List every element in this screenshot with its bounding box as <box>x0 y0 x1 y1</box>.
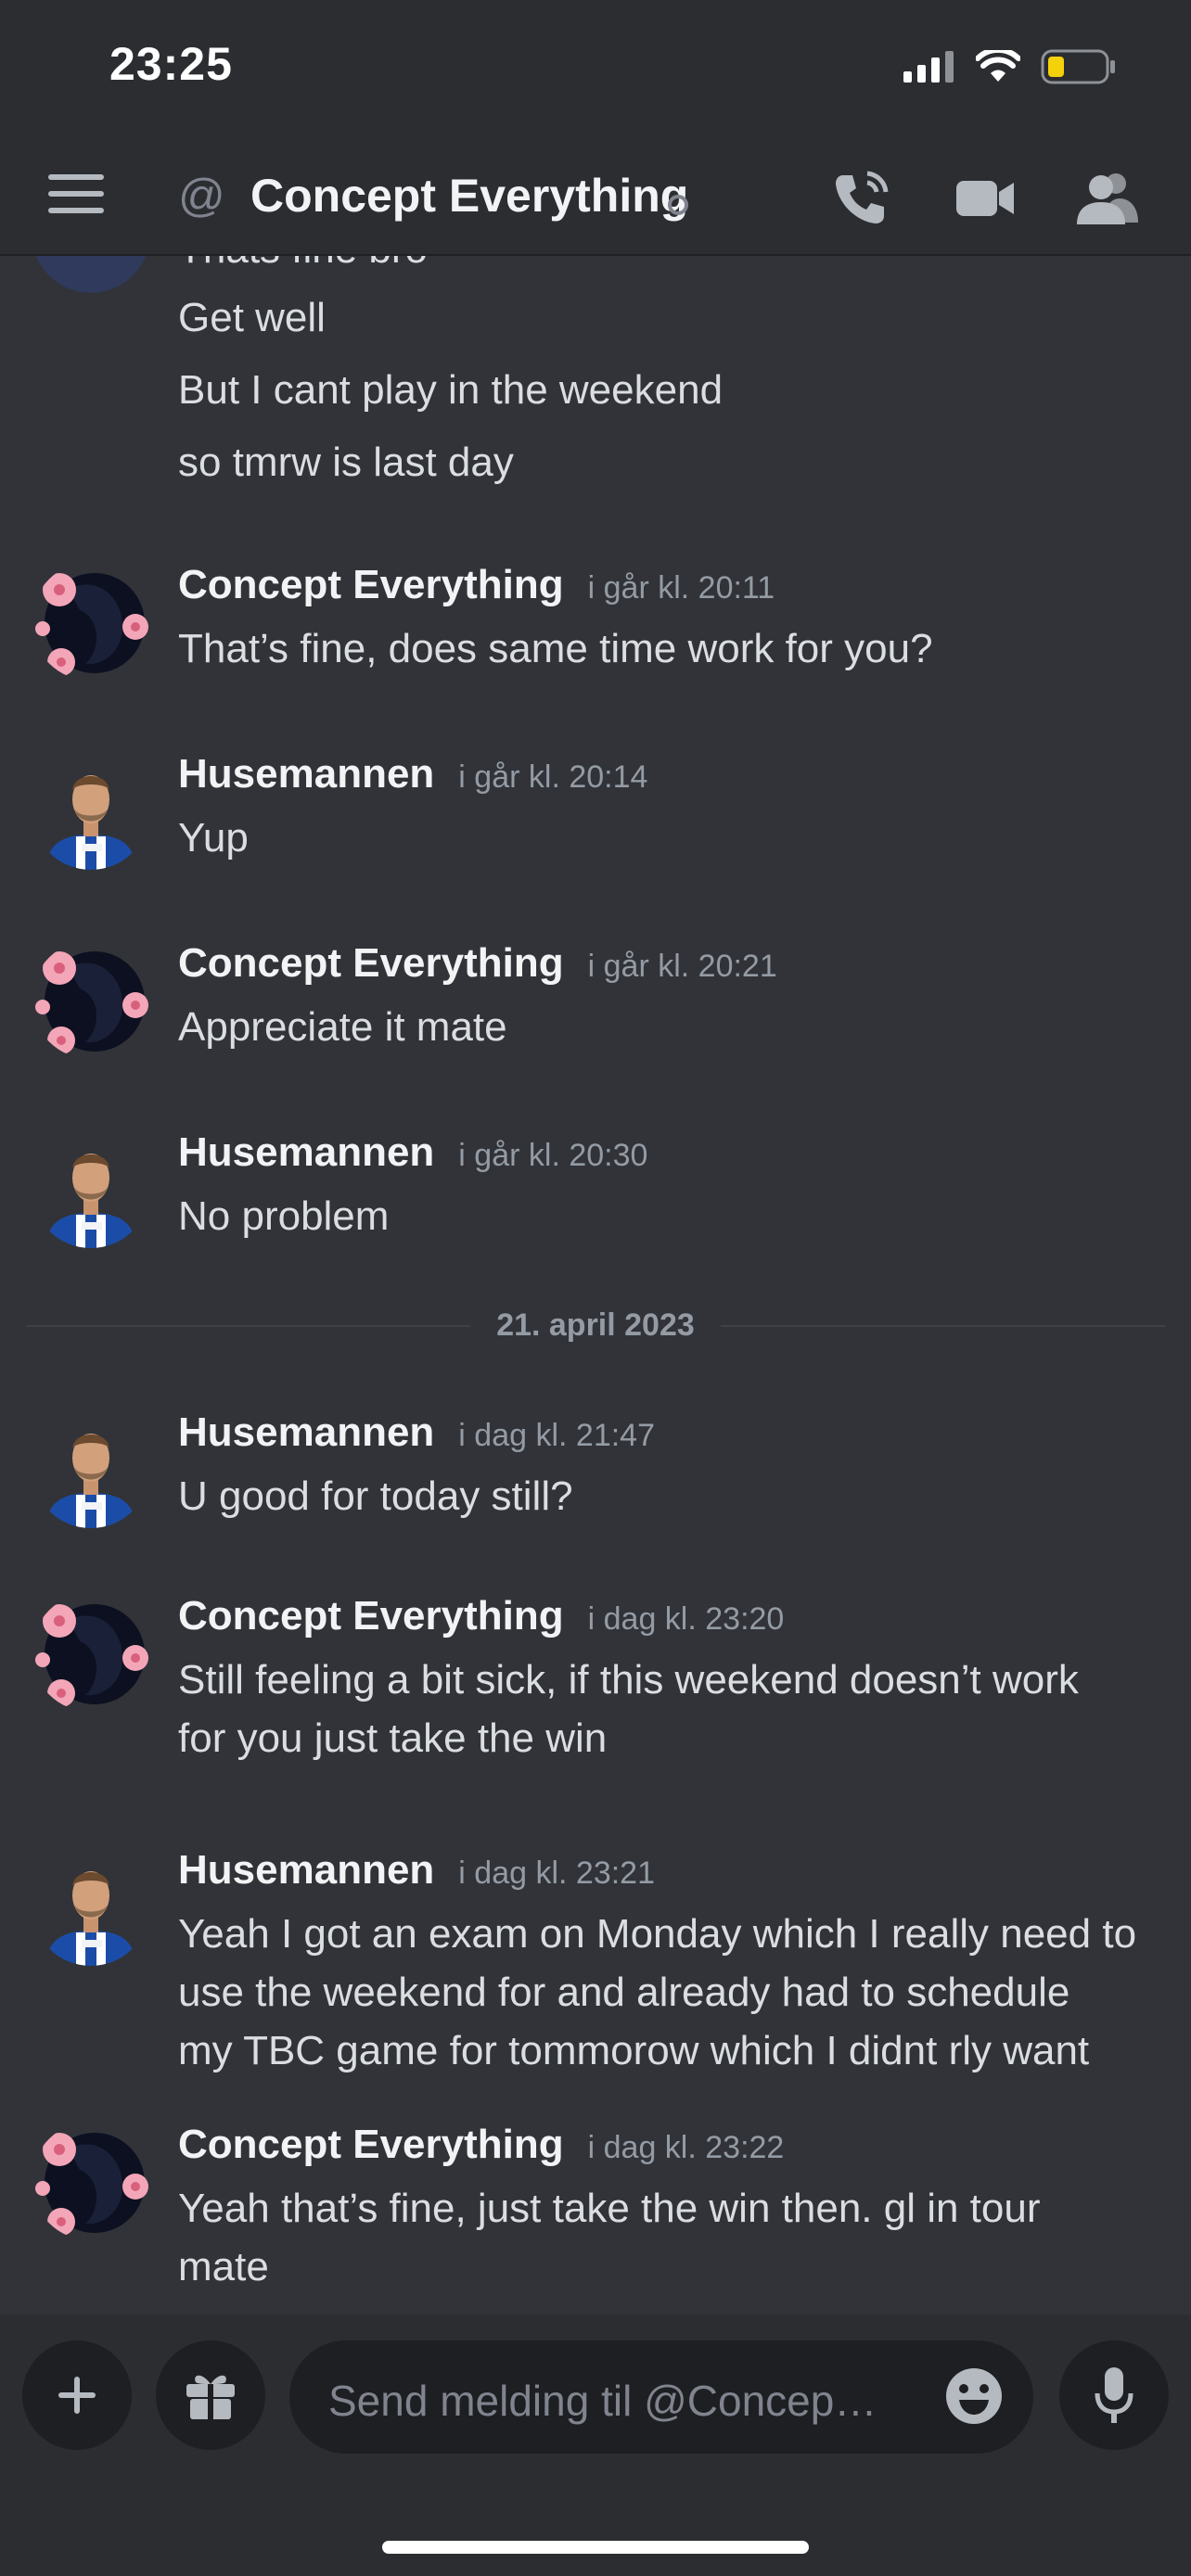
avatar-concept-everything[interactable] <box>32 562 150 681</box>
message-text: U good for today still? <box>178 1467 1161 1525</box>
author-name[interactable]: Husemannen <box>178 1129 434 1176</box>
author-name[interactable]: Husemannen <box>178 1409 434 1456</box>
mic-icon[interactable] <box>1059 2340 1169 2450</box>
message-header: Husemannen i dag kl. 23:21 <box>178 1847 655 1894</box>
message-line: Yup <box>178 815 249 861</box>
message-header: Concept Everything i går kl. 20:21 <box>178 940 777 987</box>
offline-status-icon <box>668 195 688 215</box>
wifi-icon <box>976 50 1020 82</box>
message-line: Yeah that’s fine, just take the win then… <box>178 2186 1041 2231</box>
author-name[interactable]: Husemannen <box>178 751 434 797</box>
channel-title[interactable]: Concept Everything <box>250 169 688 223</box>
message-line: use the weekend for and already had to s… <box>178 1970 1070 2015</box>
avatar-husemannen[interactable] <box>32 751 150 870</box>
message-line: Yeah I got an exam on Monday which I rea… <box>178 1911 1137 1957</box>
message-line: U good for today still? <box>178 1473 573 1519</box>
home-indicator[interactable] <box>382 2541 809 2554</box>
members-icon[interactable] <box>1070 161 1145 236</box>
message-header: Concept Everything i dag kl. 23:22 <box>178 2122 784 2168</box>
emoji-icon[interactable] <box>942 2365 1005 2428</box>
timestamp: i går kl. 20:30 <box>458 1138 648 1173</box>
message-text: No problem <box>178 1187 1161 1245</box>
message-header: Husemannen i dag kl. 21:47 <box>178 1409 655 1456</box>
signal-icon <box>903 51 954 83</box>
timestamp: i går kl. 20:21 <box>587 949 777 984</box>
message-line: for you just take the win <box>178 1715 608 1761</box>
timestamp: i går kl. 20:11 <box>587 570 775 606</box>
author-name[interactable]: Concept Everything <box>178 2122 564 2168</box>
timestamp: i dag kl. 21:47 <box>458 1418 655 1453</box>
message-header: Concept Everything i dag kl. 23:20 <box>178 1593 784 1639</box>
avatar-concept-everything[interactable] <box>32 256 150 293</box>
menu-icon[interactable] <box>48 174 104 226</box>
author-name[interactable]: Concept Everything <box>178 940 564 987</box>
avatar-husemannen[interactable] <box>32 1129 150 1248</box>
author-name[interactable]: Husemannen <box>178 1847 434 1894</box>
composer-bar: Send melding til @Concept Ev... <box>0 2315 1191 2576</box>
message-text: so tmrw is last day <box>178 440 514 485</box>
message-list[interactable]: Thats fine bro Get well But I cant play … <box>0 256 1191 2315</box>
timestamp: i dag kl. 23:21 <box>458 1855 655 1891</box>
author-name[interactable]: Concept Everything <box>178 562 564 608</box>
timestamp: i går kl. 20:14 <box>458 759 648 795</box>
message-text: Yup <box>178 809 1161 867</box>
avatar-concept-everything[interactable] <box>32 2122 150 2240</box>
message-line: mate <box>178 2244 269 2289</box>
timestamp: i dag kl. 23:20 <box>587 1601 785 1637</box>
message-line: That’s fine, does same time work for you… <box>178 626 933 671</box>
avatar-concept-everything[interactable] <box>32 1593 150 1712</box>
message-text: Thats fine bro <box>178 256 428 273</box>
timestamp: i dag kl. 23:22 <box>587 2130 785 2165</box>
message-text: Get well <box>178 295 326 340</box>
message-text: Yeah I got an exam on Monday which I rea… <box>178 1905 1161 2080</box>
date-divider: 21. april 2023 <box>0 1307 1191 1344</box>
call-icon[interactable] <box>824 161 898 236</box>
avatar-husemannen[interactable] <box>32 1409 150 1528</box>
message-header: Husemannen i går kl. 20:14 <box>178 751 647 797</box>
plus-icon[interactable] <box>22 2340 132 2450</box>
message-line: No problem <box>178 1193 390 1239</box>
message-text: Still feeling a bit sick, if this weeken… <box>178 1651 1161 1767</box>
avatar-concept-everything[interactable] <box>32 940 150 1059</box>
message-line: my TBC game for tommorow which I didnt r… <box>178 2028 1090 2073</box>
message-text: That’s fine, does same time work for you… <box>178 619 1161 678</box>
dm-at-icon: @ <box>178 170 225 222</box>
message-line: Appreciate it mate <box>178 1004 507 1050</box>
status-time: 23:25 <box>109 38 233 90</box>
message-header: Concept Everything i går kl. 20:11 <box>178 562 775 608</box>
avatar-husemannen[interactable] <box>32 1847 150 1966</box>
status-icons <box>903 41 1117 93</box>
author-name[interactable]: Concept Everything <box>178 1593 564 1639</box>
message-text: Appreciate it mate <box>178 998 1161 1056</box>
video-icon[interactable] <box>948 161 1022 236</box>
message-text: But I cant play in the weekend <box>178 367 724 413</box>
message-line: Still feeling a bit sick, if this weeken… <box>178 1657 1079 1702</box>
message-text: Yeah that’s fine, just take the win then… <box>178 2179 1161 2296</box>
date-divider-label: 21. april 2023 <box>470 1307 721 1343</box>
status-bar: 23:25 <box>0 0 1191 148</box>
channel-header: @ Concept Everything <box>0 148 1191 256</box>
message-input-placeholder: Send melding til @Concept Ev... <box>328 2377 885 2425</box>
battery-icon <box>1041 49 1115 84</box>
gift-icon[interactable] <box>156 2340 265 2450</box>
message-header: Husemannen i går kl. 20:30 <box>178 1129 647 1176</box>
message-input[interactable]: Send melding til @Concept Ev... <box>289 2340 1033 2454</box>
